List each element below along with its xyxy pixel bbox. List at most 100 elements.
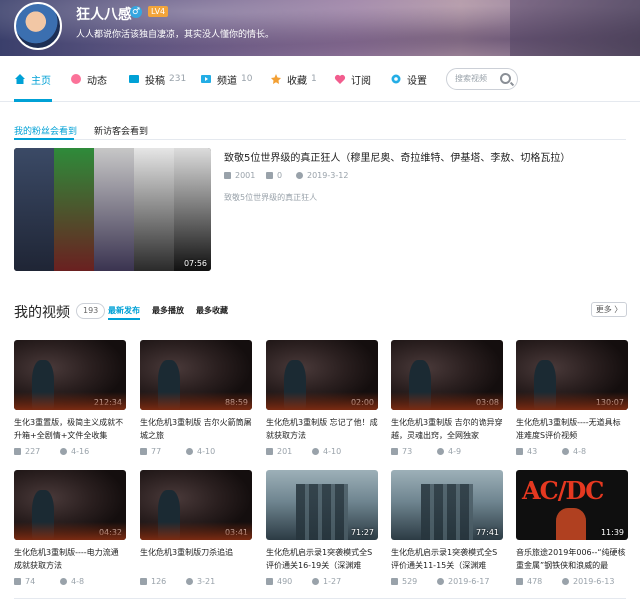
video-date: 2019-6-17 bbox=[437, 577, 489, 586]
thumbnail-logo-text: AC/DC bbox=[522, 476, 604, 505]
video-title[interactable]: 生化危机3重制版 忘记了他！成就获取方法 bbox=[266, 416, 378, 442]
video-title[interactable]: 生化3重置版，极简主义成就不升箱+全剧情+文件全收集 bbox=[14, 416, 126, 442]
star-icon bbox=[271, 74, 281, 84]
featured-video-thumbnail[interactable]: 07:56 bbox=[14, 148, 211, 271]
video-card[interactable]: 212:34 生化3重置版，极简主义成就不升箱+全剧情+文件全收集 227 4-16 bbox=[14, 340, 126, 458]
video-title[interactable]: 生化危机启示录1突袭模式全S评价通关16-19关（深渊难 bbox=[266, 546, 378, 572]
avatar[interactable] bbox=[14, 2, 62, 50]
channel-icon bbox=[201, 75, 211, 83]
video-duration: 03:08 bbox=[475, 398, 499, 407]
upload-date: 4-10 bbox=[323, 447, 342, 456]
play-icon bbox=[14, 578, 21, 585]
video-title[interactable]: 生化危机3重制版----电力流通成就获取方法 bbox=[14, 546, 126, 572]
video-duration: 71:27 bbox=[350, 528, 374, 537]
video-thumbnail[interactable]: AC/DC 11:39 bbox=[516, 470, 628, 540]
video-count-badge: 193 bbox=[76, 303, 106, 319]
tab-count: 1 bbox=[311, 74, 317, 84]
section-title: 我的视频 bbox=[14, 305, 70, 321]
tab-fans-view[interactable]: 我的粉丝会看到 bbox=[14, 124, 77, 137]
video-title[interactable]: 生化危机3重制版刀杀追追 bbox=[140, 546, 252, 572]
video-title[interactable]: 音乐旅途2019年006--“纯硬核重金属”钢铁侠和浪威的最 bbox=[516, 546, 628, 572]
play-icon bbox=[140, 578, 147, 585]
video-title[interactable]: 生化危机3重制版 吉尔火箭筒屠城之旅 bbox=[140, 416, 252, 442]
tab-subscriptions[interactable]: 订阅 bbox=[334, 56, 371, 102]
video-thumbnail[interactable]: 03:08 bbox=[391, 340, 503, 410]
tab-favorites[interactable]: 收藏 1 bbox=[270, 56, 317, 102]
tab-visitor-view[interactable]: 新访客会看到 bbox=[94, 124, 148, 137]
divider bbox=[14, 598, 626, 599]
video-plays: 227 bbox=[14, 447, 40, 456]
video-date: 1-27 bbox=[312, 577, 341, 586]
clock-icon bbox=[562, 578, 569, 585]
video-thumbnail[interactable]: 04:32 bbox=[14, 470, 126, 540]
clock-icon bbox=[60, 578, 67, 585]
tab-label: 收藏 bbox=[287, 75, 307, 87]
video-title[interactable]: 生化危机3重制版----无道具标准难度S评价视频 bbox=[516, 416, 628, 442]
sort-most-favorited[interactable]: 最多收藏 bbox=[196, 305, 228, 316]
search-icon[interactable] bbox=[500, 73, 511, 84]
video-plays: 77 bbox=[140, 447, 161, 456]
video-thumbnail[interactable]: 03:41 bbox=[140, 470, 252, 540]
video-date: 2019-6-13 bbox=[562, 577, 614, 586]
video-card[interactable]: 03:08 生化危机3重制版 吉尔的诡异穿越，灵魂出窍，全网独家 73 4-9 bbox=[391, 340, 503, 458]
video-title[interactable]: 生化危机3重制版 吉尔的诡异穿越，灵魂出窍，全网独家 bbox=[391, 416, 503, 442]
video-card[interactable]: 88:59 生化危机3重制版 吉尔火箭筒屠城之旅 77 4-10 bbox=[140, 340, 252, 458]
upload-date: 1-27 bbox=[323, 577, 342, 586]
video-card[interactable]: AC/DC 11:39 音乐旅途2019年006--“纯硬核重金属”钢铁侠和浪威的最… bbox=[516, 470, 628, 588]
upload-date: 3-21 bbox=[197, 577, 216, 586]
upload-icon bbox=[129, 75, 139, 83]
video-thumbnail[interactable]: 212:34 bbox=[14, 340, 126, 410]
clock-icon bbox=[437, 578, 444, 585]
video-duration: 07:56 bbox=[183, 259, 207, 268]
play-count: 73 bbox=[402, 447, 413, 456]
video-date: 4-16 bbox=[60, 447, 89, 456]
tab-label: 投稿 bbox=[145, 75, 165, 87]
play-count: 227 bbox=[25, 447, 41, 456]
clock-icon bbox=[60, 448, 67, 455]
video-thumbnail[interactable]: 88:59 bbox=[140, 340, 252, 410]
video-date: 4-10 bbox=[186, 447, 215, 456]
tab-channel[interactable]: 频道 10 bbox=[200, 56, 252, 102]
play-icon bbox=[224, 172, 231, 179]
search-input[interactable]: 搜索视频 bbox=[446, 68, 518, 90]
video-duration: 88:59 bbox=[224, 398, 248, 407]
video-title[interactable]: 生化危机启示录1突袭模式全S评价通关11-15关（深渊难 bbox=[391, 546, 503, 572]
tab-count: 231 bbox=[169, 74, 187, 84]
video-duration: 77:41 bbox=[475, 528, 499, 537]
play-icon bbox=[266, 578, 273, 585]
tab-activity[interactable]: 动态 bbox=[70, 56, 107, 102]
tab-label: 设置 bbox=[407, 75, 427, 87]
video-card[interactable]: 77:41 生化危机启示录1突袭模式全S评价通关11-15关（深渊难 529 2019… bbox=[391, 470, 503, 588]
video-duration: 03:41 bbox=[224, 528, 248, 537]
activity-icon bbox=[71, 74, 81, 84]
video-duration: 212:34 bbox=[93, 398, 122, 407]
sort-most-played[interactable]: 最多播放 bbox=[152, 305, 184, 316]
video-card[interactable]: 130:07 生化危机3重制版----无道具标准难度S评价视频 43 4-8 bbox=[516, 340, 628, 458]
video-thumbnail[interactable]: 77:41 bbox=[391, 470, 503, 540]
video-thumbnail[interactable]: 130:07 bbox=[516, 340, 628, 410]
play-count: 74 bbox=[25, 577, 36, 586]
video-duration: 130:07 bbox=[595, 398, 624, 407]
active-tab-indicator bbox=[14, 99, 52, 102]
clock-icon bbox=[562, 448, 569, 455]
divider bbox=[14, 139, 626, 140]
sort-latest[interactable]: 最新发布 bbox=[108, 305, 140, 316]
tab-home[interactable]: 主页 bbox=[14, 56, 51, 102]
video-card[interactable]: 03:41 生化危机3重制版刀杀追追 126 3-21 bbox=[140, 470, 252, 588]
video-thumbnail[interactable]: 71:27 bbox=[266, 470, 378, 540]
featured-video-title[interactable]: 致敬5位世界级的真正狂人（穆里尼奥、奇拉维特、伊基塔、李敖、切格瓦拉） bbox=[224, 149, 570, 164]
play-count: 2001 bbox=[235, 171, 256, 180]
username[interactable]: 狂人八感 bbox=[76, 4, 132, 24]
upload-date: 4-8 bbox=[573, 447, 587, 456]
tab-uploads[interactable]: 投稿 231 bbox=[128, 56, 186, 102]
video-card[interactable]: 04:32 生化危机3重制版----电力流通成就获取方法 74 4-8 bbox=[14, 470, 126, 588]
video-plays: 478 bbox=[516, 577, 542, 586]
tab-settings[interactable]: 设置 bbox=[390, 56, 427, 102]
video-thumbnail[interactable]: 02:00 bbox=[266, 340, 378, 410]
signature[interactable]: 人人都说你活该独自凄凉，其实没人懂你的情长。 bbox=[76, 27, 274, 40]
video-card[interactable]: 71:27 生化危机启示录1突袭模式全S评价通关16-19关（深渊难 490 1-27 bbox=[266, 470, 378, 588]
more-button[interactable]: 更多 〉 bbox=[591, 302, 627, 317]
danmaku-count: 0 bbox=[277, 171, 283, 180]
level-badge: LV4 bbox=[148, 6, 169, 17]
video-card[interactable]: 02:00 生化危机3重制版 忘记了他！成就获取方法 201 4-10 bbox=[266, 340, 378, 458]
